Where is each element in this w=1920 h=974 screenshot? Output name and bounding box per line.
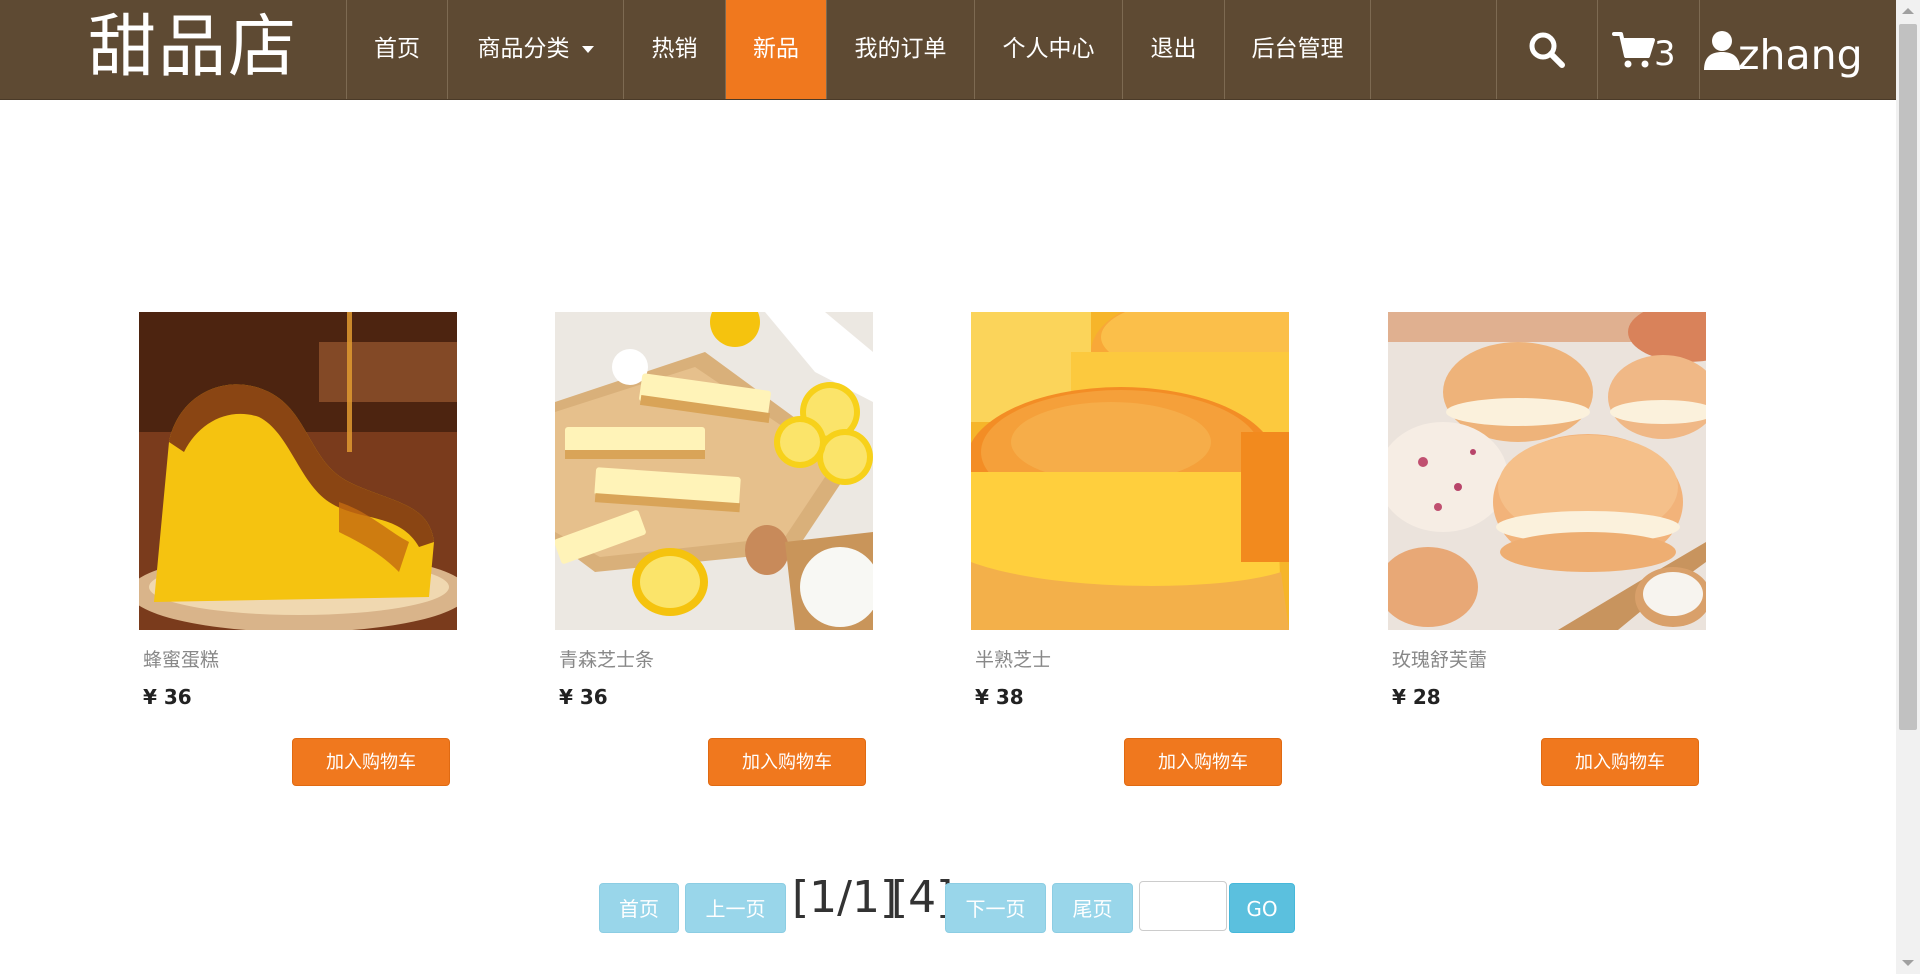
user-menu[interactable]: zhang	[1699, 0, 1863, 99]
product-name[interactable]: 蜂蜜蛋糕	[143, 645, 219, 672]
nav-hot[interactable]: 热销	[623, 0, 725, 99]
nav-home[interactable]: 首页	[346, 0, 447, 99]
product-name[interactable]: 青森芝士条	[559, 645, 654, 672]
page-scrollbar[interactable]	[1896, 0, 1920, 974]
add-to-cart-button[interactable]: 加入购物车	[1124, 738, 1282, 786]
product-price: ¥ 36	[559, 685, 608, 709]
nav-logout[interactable]: 退出	[1122, 0, 1224, 99]
product-price: ¥ 38	[975, 685, 1024, 709]
product-image-cheese-sticks[interactable]	[555, 312, 873, 630]
chevron-down-icon	[581, 46, 594, 53]
scroll-thumb[interactable]	[1899, 24, 1917, 730]
product-name[interactable]: 半熟芝士	[975, 645, 1051, 672]
page-jump-input[interactable]	[1139, 881, 1227, 931]
total-count: [4]	[891, 872, 954, 923]
scroll-up-icon[interactable]	[1902, 8, 1914, 14]
product-card: 半熟芝士 ¥ 38 加入购物车	[971, 312, 1291, 792]
next-page-button[interactable]: 下一页	[945, 883, 1046, 933]
search-icon	[1529, 32, 1565, 68]
nav-new[interactable]: 新品	[725, 0, 826, 99]
product-card: 蜂蜜蛋糕 ¥ 36 加入购物车	[139, 312, 459, 792]
top-navbar: 甜品店 首页 商品分类 热销 新品 我的订单 个人中心 退出 后台管理 3 zh…	[0, 0, 1896, 100]
first-page-button[interactable]: 首页	[599, 883, 679, 933]
search-button[interactable]	[1496, 0, 1597, 99]
nav-my-orders[interactable]: 我的订单	[826, 0, 974, 99]
last-page-button[interactable]: 尾页	[1052, 883, 1133, 933]
nav-categories[interactable]: 商品分类	[447, 0, 623, 99]
add-to-cart-button[interactable]: 加入购物车	[292, 738, 450, 786]
site-brand[interactable]: 甜品店	[88, 0, 298, 99]
product-name[interactable]: 玫瑰舒芙蕾	[1392, 645, 1487, 672]
add-to-cart-button[interactable]: 加入购物车	[1541, 738, 1699, 786]
product-image-half-baked-cheese[interactable]	[971, 312, 1289, 630]
user-icon	[1704, 31, 1740, 70]
username-label: zhang	[1738, 31, 1863, 79]
nav-admin[interactable]: 后台管理	[1224, 0, 1371, 99]
add-to-cart-button[interactable]: 加入购物车	[708, 738, 866, 786]
cart-count-badge: 3	[1654, 34, 1676, 74]
cart-icon	[1612, 32, 1655, 68]
product-card: 玫瑰舒芙蕾 ¥ 28 加入购物车	[1388, 312, 1708, 792]
page-indicator: [1/1]	[792, 872, 898, 923]
scroll-down-icon[interactable]	[1902, 960, 1914, 966]
product-image-honey-cake[interactable]	[139, 312, 457, 630]
cart-button[interactable]: 3	[1597, 0, 1699, 99]
nav-profile[interactable]: 个人中心	[974, 0, 1122, 99]
product-price: ¥ 36	[143, 685, 192, 709]
product-image-rose-souffle[interactable]	[1388, 312, 1706, 630]
go-button[interactable]: GO	[1229, 883, 1295, 933]
product-card: 青森芝士条 ¥ 36 加入购物车	[555, 312, 875, 792]
nav-categories-label: 商品分类	[477, 36, 570, 62]
product-price: ¥ 28	[1392, 685, 1441, 709]
prev-page-button[interactable]: 上一页	[685, 883, 786, 933]
